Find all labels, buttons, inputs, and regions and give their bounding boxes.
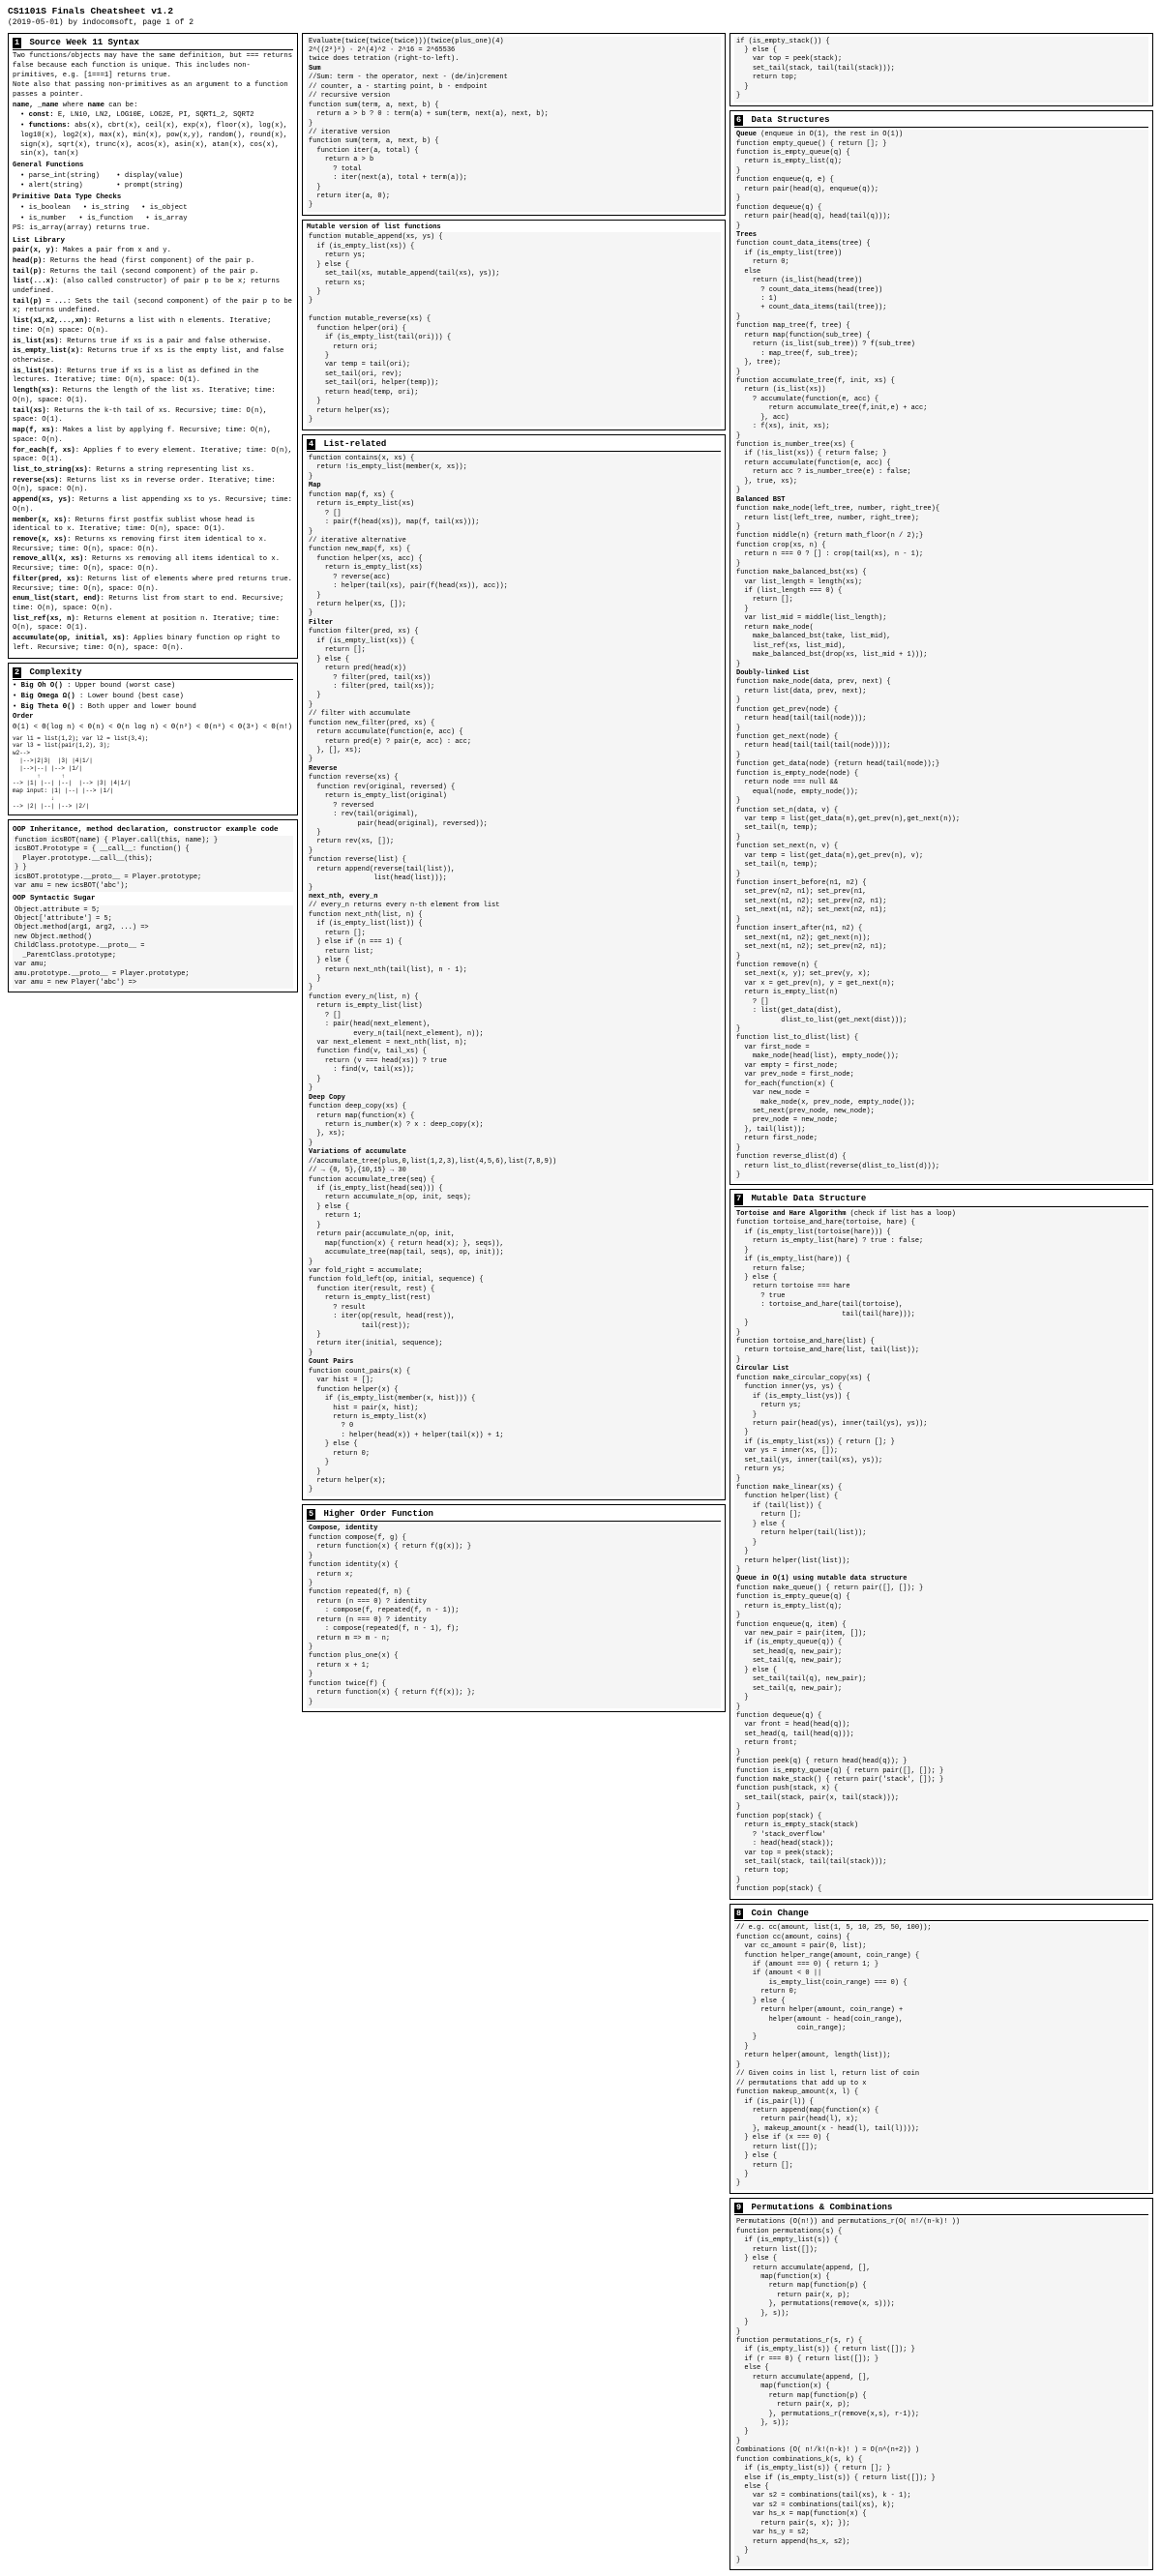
- page-date: (2019-05-01) by indocomsoft, page 1 of 2: [8, 18, 1153, 29]
- stack-if-box: if (is_empty_stack()) { } else { var top…: [729, 33, 1153, 106]
- section-permutations: 9 Permutations & Combinations Permutatio…: [729, 2198, 1153, 2570]
- mutable-data-code: Tortoise and Hare Algorithm (check if li…: [734, 1209, 1148, 1896]
- oop-sugar-code: Object.attribute = 5; Object['attribute'…: [13, 905, 293, 990]
- evaluate-code: Evaluate(twice(twice(twice)))(twice(plus…: [307, 37, 721, 212]
- section-list-related: 4 List-related function contains(x, xs) …: [302, 434, 726, 1500]
- col-1: 1 Source Week 11 Syntax Two functions/ob…: [8, 33, 298, 2570]
- section-6-title: 6 Data Structures: [734, 114, 1148, 128]
- section-8-title: 8 Coin Change: [734, 1908, 1148, 1921]
- mutable-list-code: function mutable_append(xs, ys) { if (is…: [307, 232, 721, 426]
- oop-sugar-title: OOP Syntactic Sugar: [13, 894, 293, 903]
- col-2: Evaluate(twice(twice(twice)))(twice(plus…: [302, 33, 726, 2570]
- complexity-diagram: var l1 = list(1,2); var l2 = list(3,4); …: [13, 735, 293, 811]
- list-library-content: pair(x, y): Makes a pair from x and y. h…: [13, 247, 293, 653]
- list-related-code: function contains(x, xs) { return !is_em…: [307, 454, 721, 1496]
- evaluate-box: Evaluate(twice(twice(twice)))(twice(plus…: [302, 33, 726, 216]
- section-complexity: 2 Complexity • Big Oh O() : Upper bound …: [8, 663, 298, 815]
- section-9-title: 9 Permutations & Combinations: [734, 2202, 1148, 2215]
- section-source-week-syntax: 1 Source Week 11 Syntax Two functions/ob…: [8, 33, 298, 659]
- section-mutable-data: 7 Mutable Data Structure Tortoise and Ha…: [729, 1189, 1153, 1899]
- section-5-title: 5 Higher Order Function: [307, 1508, 721, 1522]
- data-structures-code: Queue (enqueue in O(1), the rest in O(1)…: [734, 130, 1148, 1181]
- coin-change-code: // e.g. cc(amount, list(1, 5, 10, 25, 50…: [734, 1923, 1148, 2190]
- section-higher-order: 5 Higher Order Function Compose, identit…: [302, 1504, 726, 1712]
- section-coin-change: 8 Coin Change // e.g. cc(amount, list(1,…: [729, 1904, 1153, 2194]
- mutable-list-title: Mutable version of list functions: [307, 223, 721, 232]
- page-title: CS1101S Finals Cheatsheet v1.2: [8, 6, 1153, 18]
- section-data-structures: 6 Data Structures Queue (enqueue in O(1)…: [729, 110, 1153, 1186]
- list-library-title: List Library: [13, 236, 293, 246]
- section-1-title: 1 Source Week 11 Syntax: [13, 37, 293, 50]
- source-week-content: Two functions/objects may have the same …: [13, 52, 293, 234]
- header: CS1101S Finals Cheatsheet v1.2 (2019-05-…: [8, 6, 1153, 29]
- stack-if-code: if (is_empty_stack()) { } else { var top…: [734, 37, 1148, 103]
- col-3: if (is_empty_stack()) { } else { var top…: [729, 33, 1153, 2570]
- mutable-list-box: Mutable version of list functions functi…: [302, 220, 726, 430]
- oop-title: OOP Inheritance, method declaration, con…: [13, 825, 293, 835]
- page: CS1101S Finals Cheatsheet v1.2 (2019-05-…: [0, 0, 1161, 2576]
- complexity-content: • Big Oh O() : Upper bound (worst case) …: [13, 682, 293, 811]
- higher-order-code: Compose, identity function compose(f, g)…: [307, 1524, 721, 1708]
- section-2-title: 2 Complexity: [13, 666, 293, 680]
- main-grid: 1 Source Week 11 Syntax Two functions/ob…: [8, 33, 1153, 2570]
- section-oop: OOP Inheritance, method declaration, con…: [8, 819, 298, 993]
- section-4-title: 4 List-related: [307, 438, 721, 452]
- permutations-code: Permutations (O(n!)) and permutations_r(…: [734, 2217, 1148, 2566]
- section-7-title: 7 Mutable Data Structure: [734, 1193, 1148, 1206]
- oop-code: function icsBOT(name) { Player.call(this…: [13, 836, 293, 893]
